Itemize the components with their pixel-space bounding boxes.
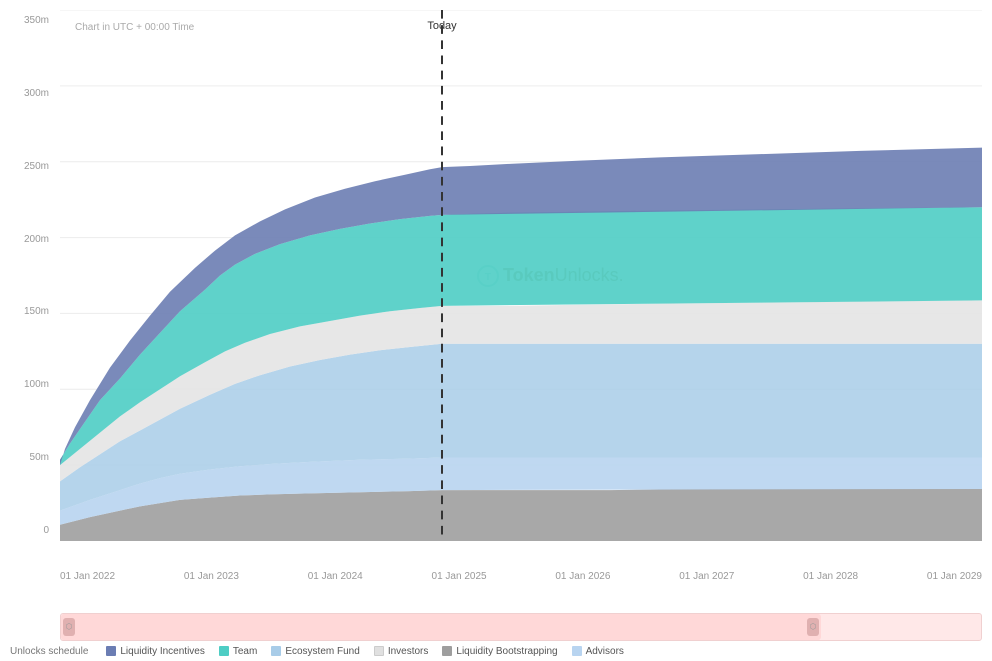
legend-item-advisors: Advisors [572, 646, 624, 657]
today-label: Today [427, 20, 456, 32]
chart-subtitle: Chart in UTC + 00:00 Time [75, 22, 194, 33]
legend-item-liquidity-bootstrapping: Liquidity Bootstrapping [442, 646, 557, 657]
scrollbar-handle-right[interactable]: ⬡ [807, 618, 819, 636]
y-label-150: 150m [0, 306, 55, 317]
x-label-2028: 01 Jan 2028 [803, 571, 858, 582]
scrollbar[interactable]: ⬡ ⬡ [60, 613, 982, 641]
x-label-2023: 01 Jan 2023 [184, 571, 239, 582]
y-label-50: 50m [0, 452, 55, 463]
y-label-200: 200m [0, 234, 55, 245]
left-handle-icon: ⬡ [66, 623, 73, 631]
y-label-0: 0 [0, 525, 55, 536]
y-axis: 0 50m 100m 150m 200m 250m 300m 350m [0, 10, 55, 541]
y-label-350: 350m [0, 15, 55, 26]
legend-color-liquidity-incentives [106, 646, 116, 656]
legend-label-liquidity-incentives: Liquidity Incentives [120, 646, 205, 657]
legend-label-investors: Investors [388, 646, 429, 657]
chart-svg [60, 10, 982, 541]
legend: Unlocks schedule Liquidity Incentives Te… [0, 641, 992, 661]
x-label-2022: 01 Jan 2022 [60, 571, 115, 582]
legend-color-ecosystem-fund [271, 646, 281, 656]
legend-item-investors: Investors [374, 646, 429, 657]
x-label-2025: 01 Jan 2025 [432, 571, 487, 582]
chart-area: T TokenUnlocks. Today [60, 10, 982, 541]
legend-label-ecosystem-fund: Ecosystem Fund [285, 646, 359, 657]
x-label-2026: 01 Jan 2026 [555, 571, 610, 582]
right-handle-icon: ⬡ [810, 623, 817, 631]
legend-item-liquidity-incentives: Liquidity Incentives [106, 646, 205, 657]
y-label-300: 300m [0, 88, 55, 99]
scrollbar-thumb[interactable] [61, 614, 821, 640]
legend-title: Unlocks schedule [10, 646, 88, 657]
legend-label-team: Team [233, 646, 257, 657]
y-label-100: 100m [0, 379, 55, 390]
legend-color-advisors [572, 646, 582, 656]
legend-item-ecosystem-fund: Ecosystem Fund [271, 646, 359, 657]
legend-item-team: Team [219, 646, 257, 657]
x-label-2024: 01 Jan 2024 [308, 571, 363, 582]
legend-color-team [219, 646, 229, 656]
legend-label-advisors: Advisors [586, 646, 624, 657]
x-axis: 01 Jan 2022 01 Jan 2023 01 Jan 2024 01 J… [60, 566, 982, 586]
legend-color-investors [374, 646, 384, 656]
x-label-2029: 01 Jan 2029 [927, 571, 982, 582]
x-label-2027: 01 Jan 2027 [679, 571, 734, 582]
legend-label-liquidity-bootstrapping: Liquidity Bootstrapping [456, 646, 557, 657]
y-label-250: 250m [0, 161, 55, 172]
legend-color-liquidity-bootstrapping [442, 646, 452, 656]
chart-container: 0 50m 100m 150m 200m 250m 300m 350m [0, 0, 992, 661]
scrollbar-handle-left[interactable]: ⬡ [63, 618, 75, 636]
